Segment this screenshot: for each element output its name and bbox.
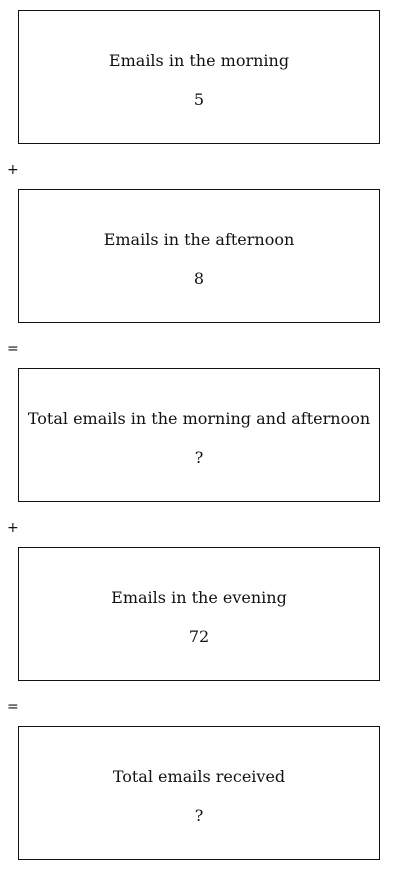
total-emails-label: Total emails received	[112, 767, 286, 786]
morning-afternoon-total-value: ?	[194, 448, 204, 467]
total-emails-box: Total emails received ?	[18, 726, 380, 860]
morning-emails-box: Emails in the morning 5	[18, 10, 380, 144]
evening-emails-box: Emails in the evening 72	[18, 547, 380, 681]
morning-afternoon-total-label: Total emails in the morning and afternoo…	[27, 409, 371, 428]
plus-operator: +	[7, 162, 19, 178]
plus-operator: +	[7, 520, 19, 536]
afternoon-emails-value: 8	[193, 269, 205, 288]
total-emails-value: ?	[194, 806, 204, 825]
equals-operator: =	[7, 699, 19, 715]
morning-afternoon-total-box: Total emails in the morning and afternoo…	[18, 368, 380, 502]
evening-emails-label: Emails in the evening	[111, 588, 287, 607]
evening-emails-value: 72	[188, 627, 210, 646]
morning-emails-label: Emails in the morning	[108, 51, 290, 70]
morning-emails-value: 5	[193, 90, 205, 109]
equals-operator: =	[7, 341, 19, 357]
afternoon-emails-label: Emails in the afternoon	[103, 230, 295, 249]
afternoon-emails-box: Emails in the afternoon 8	[18, 189, 380, 323]
